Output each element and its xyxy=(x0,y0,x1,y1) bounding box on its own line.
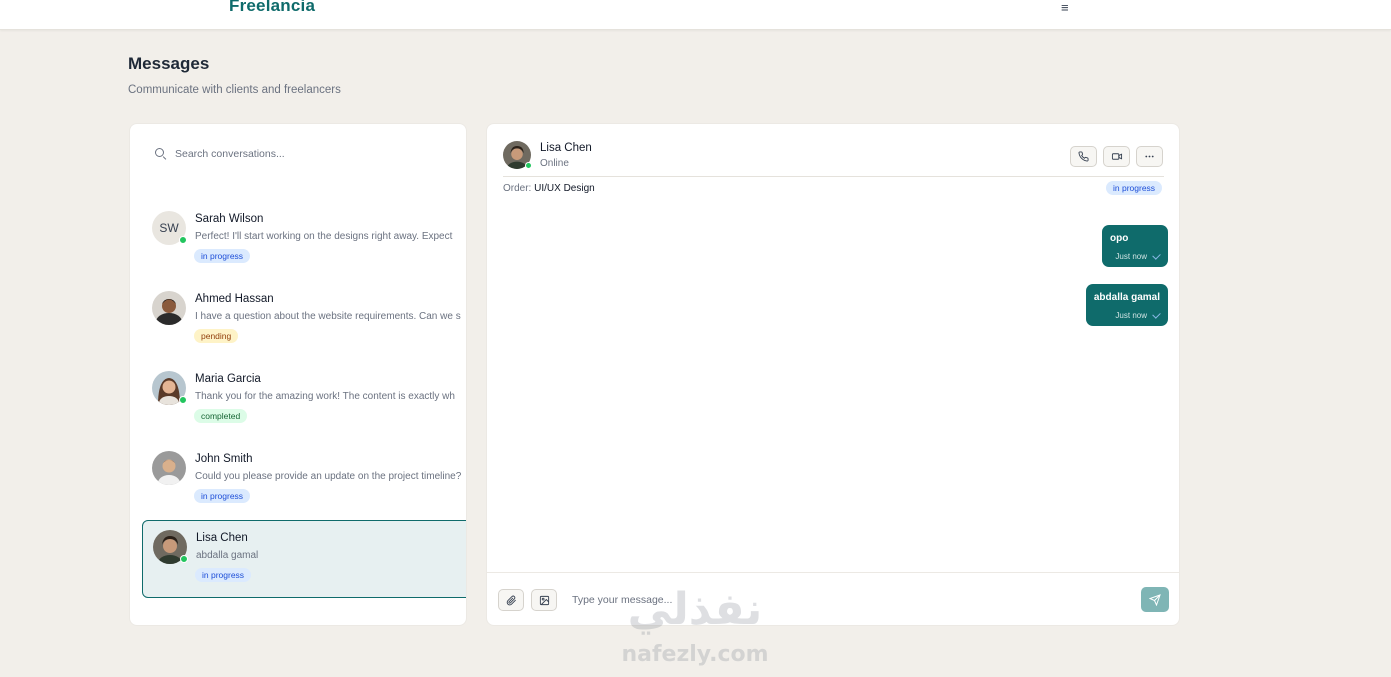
video-camera-icon xyxy=(1111,153,1122,160)
more-horizontal-icon xyxy=(1145,155,1154,158)
conversation-name: Sarah Wilson xyxy=(195,213,264,225)
status-badge: in progress xyxy=(194,489,251,503)
order-value: UI/UX Design xyxy=(534,183,595,194)
avatar xyxy=(152,451,186,485)
search-input[interactable] xyxy=(175,148,445,160)
online-status-dot xyxy=(179,396,187,404)
chat-contact-name: Lisa Chen xyxy=(540,142,592,154)
conversation-item-lisa-chen[interactable]: Lisa Chen abdalla gamal in progress xyxy=(142,520,466,598)
avatar xyxy=(152,291,186,325)
top-navbar: Freelancia ≡ xyxy=(0,0,1391,30)
status-badge: completed xyxy=(194,409,248,423)
check-icon xyxy=(1152,310,1161,319)
chat-panel: Lisa Chen Online Order: UI/UX Design in … xyxy=(486,123,1180,626)
image-icon xyxy=(539,595,549,605)
order-label: Order: xyxy=(503,183,532,194)
status-badge: in progress xyxy=(195,568,252,582)
voice-call-button[interactable] xyxy=(1070,146,1097,167)
avatar xyxy=(153,530,188,564)
online-status-dot xyxy=(179,236,187,244)
conversation-list-panel: SW Sarah Wilson Perfect! I'll start work… xyxy=(129,123,467,626)
status-badge: in progress xyxy=(194,249,251,263)
conversation-preview: I have a question about the website requ… xyxy=(195,311,461,322)
order-status-badge: in progress xyxy=(1106,181,1163,195)
message-text: opo xyxy=(1110,233,1129,244)
conversation-name: John Smith xyxy=(195,453,253,465)
online-status-dot xyxy=(525,162,532,169)
brand-logo[interactable]: Freelancia xyxy=(229,0,315,16)
more-options-button[interactable] xyxy=(1136,146,1163,167)
conversation-name: Lisa Chen xyxy=(196,532,248,544)
avatar xyxy=(152,371,187,405)
chat-contact-status: Online xyxy=(540,158,569,169)
conversation-preview: abdalla gamal xyxy=(196,550,259,561)
online-status-dot xyxy=(180,555,188,563)
conversation-preview: Perfect! I'll start working on the desig… xyxy=(195,231,453,242)
message-time: Just now xyxy=(1115,252,1147,261)
conversation-preview: Thank you for the amazing work! The cont… xyxy=(195,391,455,402)
message-bubble: opo Just now xyxy=(1102,225,1168,267)
order-info: Order: UI/UX Design xyxy=(503,183,595,194)
phone-icon xyxy=(1078,151,1089,162)
conversation-item-maria-garcia[interactable]: Maria Garcia Thank you for the amazing w… xyxy=(142,362,466,440)
search-icon xyxy=(154,147,168,161)
conversation-name: Ahmed Hassan xyxy=(195,293,274,305)
page-subtitle: Communicate with clients and freelancers xyxy=(128,84,341,96)
attach-image-button[interactable] xyxy=(531,589,557,611)
conversation-item-sarah-wilson[interactable]: SW Sarah Wilson Perfect! I'll start work… xyxy=(142,202,466,280)
conversation-preview: Could you please provide an update on th… xyxy=(195,471,462,482)
composer-divider xyxy=(487,572,1179,573)
message-text: abdalla gamal xyxy=(1093,292,1160,303)
page-title: Messages xyxy=(128,54,210,73)
watermark-latin: nafezly.com xyxy=(621,642,769,667)
hamburger-icon[interactable]: ≡ xyxy=(1061,0,1069,15)
message-input[interactable] xyxy=(572,591,1112,609)
message-bubble: abdalla gamal Just now xyxy=(1085,284,1168,326)
paperclip-icon xyxy=(506,595,516,605)
check-icon xyxy=(1152,251,1161,260)
search-bar xyxy=(144,142,454,166)
chat-avatar xyxy=(503,141,532,169)
video-call-button[interactable] xyxy=(1103,146,1130,167)
conversation-name: Maria Garcia xyxy=(195,373,261,385)
send-button[interactable] xyxy=(1141,587,1169,612)
avatar: SW xyxy=(152,211,187,245)
message-time: Just now xyxy=(1115,311,1147,320)
send-icon xyxy=(1149,593,1161,606)
attach-file-button[interactable] xyxy=(498,589,524,611)
conversation-item-ahmed-hassan[interactable]: Ahmed Hassan I have a question about the… xyxy=(142,282,466,360)
header-divider xyxy=(503,176,1164,177)
status-badge: pending xyxy=(194,329,239,343)
conversation-item-john-smith[interactable]: John Smith Could you please provide an u… xyxy=(142,442,466,520)
